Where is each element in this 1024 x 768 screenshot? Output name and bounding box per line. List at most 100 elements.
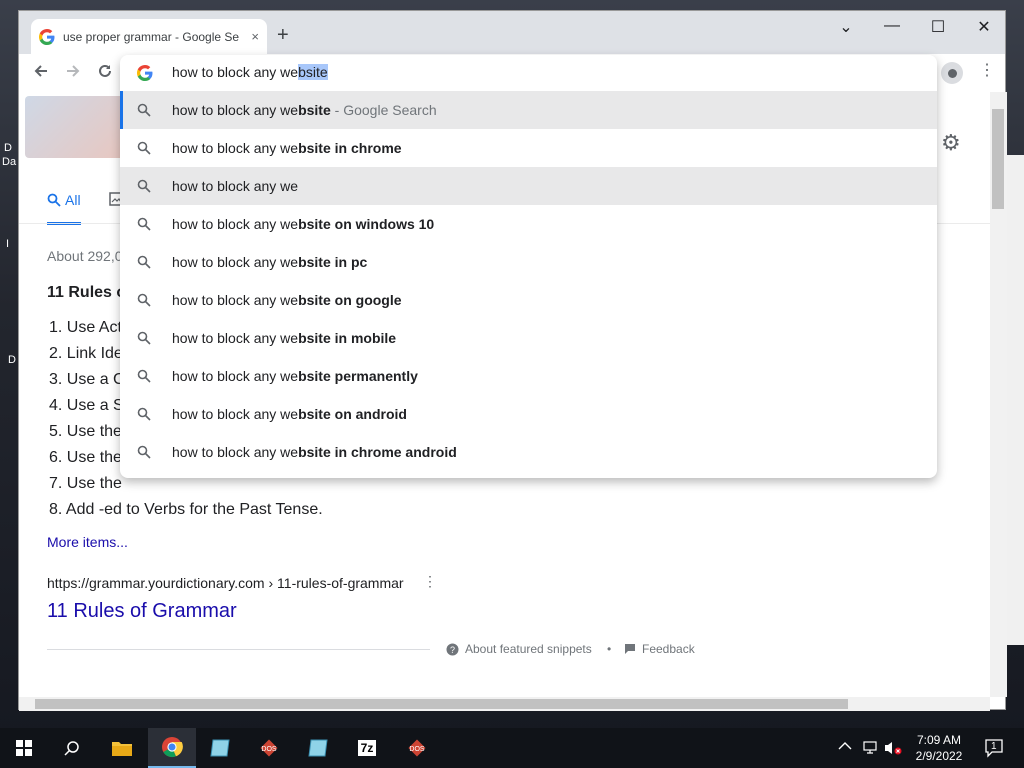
tray-chevron-up-icon[interactable] xyxy=(838,740,852,754)
tab-search-chevron-icon[interactable]: ⌄ xyxy=(823,17,869,37)
search-icon xyxy=(137,445,151,459)
suggestion-prefix: how to block any we xyxy=(172,140,299,156)
bullet-separator: • xyxy=(607,642,612,656)
taskbar-dosbox-2[interactable]: DOS xyxy=(393,728,441,768)
search-icon xyxy=(137,141,151,155)
suggestion-completion: bsite in pc xyxy=(298,254,368,270)
chrome-icon xyxy=(162,737,183,758)
tab-close-icon[interactable]: × xyxy=(251,29,259,44)
action-center-button[interactable]: 1 xyxy=(984,738,1004,761)
selected-indicator xyxy=(120,91,123,129)
chrome-window: use proper grammar - Google Se × + ⌄ — ☐… xyxy=(18,10,1007,711)
google-doodle-logo[interactable] xyxy=(25,96,125,158)
suggestion-prefix: how to block any we xyxy=(172,368,299,384)
suggestion-text: how to block any website permanently xyxy=(172,368,418,384)
omnibox-suggestion[interactable]: how to block any website in pc xyxy=(120,243,937,281)
suggestion-text: how to block any website in mobile xyxy=(172,330,396,346)
google-favicon-icon xyxy=(39,28,55,45)
omnibox-suggestion[interactable]: how to block any website on windows 10 xyxy=(120,205,937,243)
omnibox-suggestion[interactable]: how to block any website permanently xyxy=(120,357,937,395)
suggestion-completion: bsite on windows 10 xyxy=(298,216,435,232)
search-icon xyxy=(137,331,151,345)
title-bar: use proper grammar - Google Se × + ⌄ — ☐… xyxy=(19,11,1005,54)
volume-muted-icon[interactable] xyxy=(884,740,902,759)
suggestion-prefix: how to block any we xyxy=(172,254,299,270)
suggestion-completion: bsite on android xyxy=(298,406,407,422)
reload-button[interactable] xyxy=(93,62,117,85)
search-icon xyxy=(47,193,61,207)
settings-gear-icon[interactable]: ⚙ xyxy=(941,130,961,156)
new-tab-button[interactable]: + xyxy=(277,25,289,45)
taskbar-search-button[interactable] xyxy=(48,728,96,768)
clock-date: 2/9/2022 xyxy=(915,749,963,763)
suggestion-text: how to block any we xyxy=(172,178,298,194)
close-window-button[interactable]: ✕ xyxy=(961,17,1007,37)
omnibox-suggestion[interactable]: how to block any website on android xyxy=(120,395,937,433)
maximize-button[interactable]: ☐ xyxy=(915,17,961,37)
omnibox-suggestion[interactable]: how to block any website in mobile xyxy=(120,319,937,357)
autocomplete-selection: bsite xyxy=(298,64,328,80)
7zip-icon: 7z xyxy=(357,740,377,756)
browser-tab[interactable]: use proper grammar - Google Se × xyxy=(31,19,267,54)
forward-arrow-icon xyxy=(67,65,80,77)
svg-text:?: ? xyxy=(450,645,455,655)
taskbar-chrome[interactable] xyxy=(148,728,196,768)
desktop-icon-label: I xyxy=(6,238,10,250)
suggestion-text: how to block any website in chrome xyxy=(172,140,402,156)
snippet-list-item: 8. Add -ed to Verbs for the Past Tense. xyxy=(49,501,323,518)
omnibox-suggestion[interactable]: how to block any website - Google Search xyxy=(120,91,937,129)
address-bar-input[interactable]: how to block any website xyxy=(172,64,328,80)
suggestion-prefix: how to block any we xyxy=(172,292,299,308)
omnibox-suggestion[interactable]: how to block any website in chrome xyxy=(120,129,937,167)
suggestion-suffix: - Google Search xyxy=(330,102,437,118)
folder-icon xyxy=(112,742,132,756)
results-count: About 292,0 xyxy=(47,248,123,264)
taskbar-dosbox[interactable]: DOS xyxy=(245,728,293,768)
omnibox-suggestion[interactable]: how to block any we xyxy=(120,167,937,205)
suggestion-completion: bsite xyxy=(298,102,331,118)
start-button[interactable] xyxy=(0,728,48,768)
result-title-link[interactable]: 11 Rules of Grammar xyxy=(47,600,237,623)
back-button[interactable] xyxy=(29,62,53,85)
taskbar-file-explorer[interactable] xyxy=(98,728,146,768)
omnibox-dropdown: how to block any website how to block an… xyxy=(120,55,937,478)
feedback-link[interactable]: Feedback xyxy=(624,642,695,656)
suggestion-text: how to block any website - Google Search xyxy=(172,102,437,118)
suggestion-prefix: how to block any we xyxy=(172,178,299,194)
result-options-icon[interactable]: ⋮ xyxy=(423,573,437,590)
omnibox-suggestion[interactable]: how to block any website on google xyxy=(120,281,937,319)
snippet-list-item: 6. Use the xyxy=(49,449,122,466)
suggestion-completion: bsite in chrome android xyxy=(298,444,457,460)
suggestion-completion: bsite permanently xyxy=(298,368,418,384)
suggestion-completion: bsite on google xyxy=(298,292,402,308)
address-bar[interactable]: how to block any website xyxy=(120,55,937,91)
about-snippets-link[interactable]: ? About featured snippets xyxy=(446,642,592,656)
search-tabs: All xyxy=(47,192,123,225)
search-icon xyxy=(137,369,151,383)
minimize-button[interactable]: — xyxy=(869,17,915,35)
system-clock[interactable]: 7:09 AM 2/9/2022 xyxy=(908,732,970,764)
horizontal-scroll-thumb[interactable] xyxy=(35,699,848,709)
taskbar-7zip[interactable]: 7z xyxy=(343,728,391,768)
omnibox-suggestion[interactable]: how to block any website in chrome andro… xyxy=(120,433,937,471)
taskbar-app-notebook-2[interactable] xyxy=(294,728,342,768)
suggestion-prefix: how to block any we xyxy=(172,102,299,118)
snippet-list-item: 4. Use a S xyxy=(49,397,124,414)
search-icon xyxy=(64,741,79,756)
chrome-menu-icon[interactable]: ⋮ xyxy=(979,60,995,80)
suggestion-prefix: how to block any we xyxy=(172,216,299,232)
profile-avatar-icon[interactable] xyxy=(941,62,963,84)
suggestion-completion: bsite in mobile xyxy=(298,330,397,346)
network-icon[interactable] xyxy=(862,740,878,757)
taskbar-app-notebook[interactable] xyxy=(196,728,244,768)
search-icon xyxy=(137,179,151,193)
search-icon xyxy=(137,293,151,307)
result-url[interactable]: https://grammar.yourdictionary.com › 11-… xyxy=(47,575,404,591)
typed-text: how to block any we xyxy=(172,64,299,80)
vertical-scroll-thumb[interactable] xyxy=(992,109,1004,209)
tab-all[interactable]: All xyxy=(47,192,81,225)
more-items-link[interactable]: More items... xyxy=(47,534,128,550)
suggestion-prefix: how to block any we xyxy=(172,330,299,346)
about-snippets-label: About featured snippets xyxy=(465,642,592,656)
forward-button[interactable] xyxy=(61,62,85,85)
